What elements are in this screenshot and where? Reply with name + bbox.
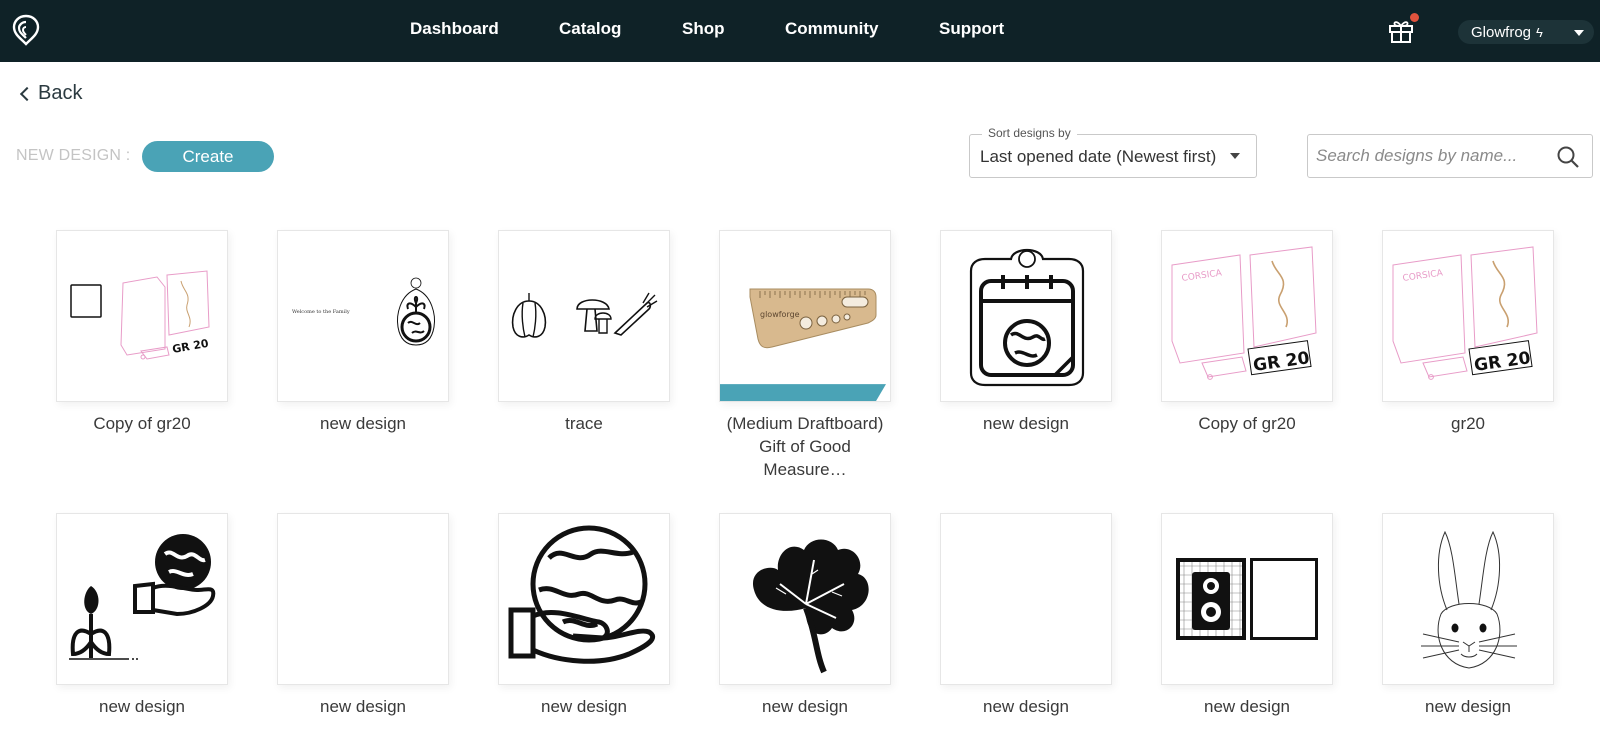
design-card[interactable]: new design [940,230,1112,435]
back-label: Back [38,82,83,104]
back-link[interactable]: Back [18,82,82,105]
design-title[interactable]: new design [1161,695,1333,718]
user-name: Glowfrog [1471,23,1532,41]
design-thumbnail[interactable] [940,230,1112,402]
globe-hand-image [508,525,656,664]
design-card[interactable]: new design [940,513,1112,718]
design-card[interactable]: new design [1161,513,1333,718]
user-menu[interactable]: Glowfrog ϟ [1458,20,1594,44]
glowforge-logo-icon[interactable] [12,14,40,46]
nav-support[interactable]: Support [939,19,1004,39]
search-input[interactable] [1308,135,1548,177]
design-thumbnail[interactable] [1382,513,1554,685]
design-title[interactable]: Copy of gr20 [56,412,228,435]
gr20-pink-image: CORSICAGR 20 [1392,246,1538,380]
design-thumbnail[interactable] [1161,513,1333,685]
design-thumbnail[interactable]: CORSICA GR 20 [1161,230,1333,402]
chevron-down-icon [1574,30,1584,36]
search-box [1307,134,1593,178]
design-thumbnail[interactable] [498,513,670,685]
sort-select[interactable]: Sort designs by Last opened date (Newest… [969,126,1257,178]
main-nav: Dashboard Catalog Shop Community Support [0,0,1600,62]
search-icon[interactable] [1556,145,1580,169]
design-thumbnail[interactable] [498,230,670,402]
design-title[interactable]: new design [940,412,1112,435]
design-title[interactable]: gr20 [1382,412,1554,435]
design-title[interactable]: new design [277,695,449,718]
design-thumbnail[interactable] [277,513,449,685]
gr20-pink-image: CORSICAGR 20 [1171,246,1317,380]
svg-text:glowforge: glowforge [760,310,800,319]
chevron-left-icon [19,86,35,101]
design-title[interactable]: new design [56,695,228,718]
top-nav-bar: Dashboard Catalog Shop Community Support… [0,0,1600,62]
design-card[interactable]: trace [498,230,670,435]
design-thumbnail[interactable]: glowforge [719,230,891,402]
sort-legend: Sort designs by [982,126,1077,140]
design-thumbnail[interactable] [719,513,891,685]
design-title[interactable]: (Medium Draftboard) Gift of Good Measure… [719,412,891,481]
notification-dot [1410,13,1419,22]
design-card[interactable]: CORSICA GR 20 gr20 [1382,230,1554,435]
design-card[interactable]: new design [719,513,891,718]
vegetables-image [511,292,658,338]
caret-down-icon [1230,153,1240,159]
create-button[interactable]: Create [142,141,274,172]
design-card[interactable]: Welcome to the Family new design [277,230,449,435]
nav-shop[interactable]: Shop [682,19,725,39]
camera-box-image [1176,558,1318,640]
design-card[interactable]: new design [498,513,670,718]
design-thumbnail[interactable] [940,513,1112,685]
design-title[interactable]: trace [498,412,670,435]
design-card[interactable]: CORSICA GR 20 Copy of gr20 [1161,230,1333,435]
design-title[interactable]: Copy of gr20 [1161,412,1333,435]
design-title[interactable]: new design [1382,695,1554,718]
nav-dashboard[interactable]: Dashboard [410,19,499,39]
design-thumbnail[interactable]: GR 20 [56,230,228,402]
design-title[interactable]: new design [277,412,449,435]
design-title[interactable]: new design [940,695,1112,718]
design-card[interactable]: new design [56,513,228,718]
catalog-badge-icon [720,359,886,401]
design-title[interactable]: new design [498,695,670,718]
svg-text:GR 20: GR 20 [171,337,210,356]
nav-community[interactable]: Community [785,19,879,39]
blank-image [278,514,449,685]
bunny-image [1421,530,1517,669]
nav-catalog[interactable]: Catalog [559,19,621,39]
svg-text:Welcome to the Family: Welcome to the Family [292,309,350,315]
design-card[interactable]: GR 20 Copy of gr20 [56,230,228,435]
svg-text:CORSICA: CORSICA [1181,268,1223,284]
design-thumbnail[interactable]: Welcome to the Family [277,230,449,402]
sort-value: Last opened date (Newest first) [980,147,1217,166]
gr20-box-pink-image: GR 20 [70,270,210,360]
design-thumbnail[interactable] [56,513,228,685]
svg-text:CORSICA: CORSICA [1402,268,1444,284]
design-card[interactable]: glowforge (Medium Draftboard) Gift of Goo… [719,230,891,481]
lightning-icon: ϟ [1536,24,1543,40]
welcome-family-tag-image: Welcome to the Family [292,277,435,346]
design-thumbnail[interactable]: CORSICA GR 20 [1382,230,1554,402]
design-title[interactable]: new design [719,695,891,718]
clover-image [752,539,869,674]
design-card[interactable]: new design [1382,513,1554,718]
tulip-globe-hand-image [69,534,216,660]
new-design-label: NEW DESIGN : [16,147,131,164]
blank-image [941,514,1112,685]
calendar-globe-tag-image [969,248,1085,387]
design-card[interactable]: new design [277,513,449,718]
